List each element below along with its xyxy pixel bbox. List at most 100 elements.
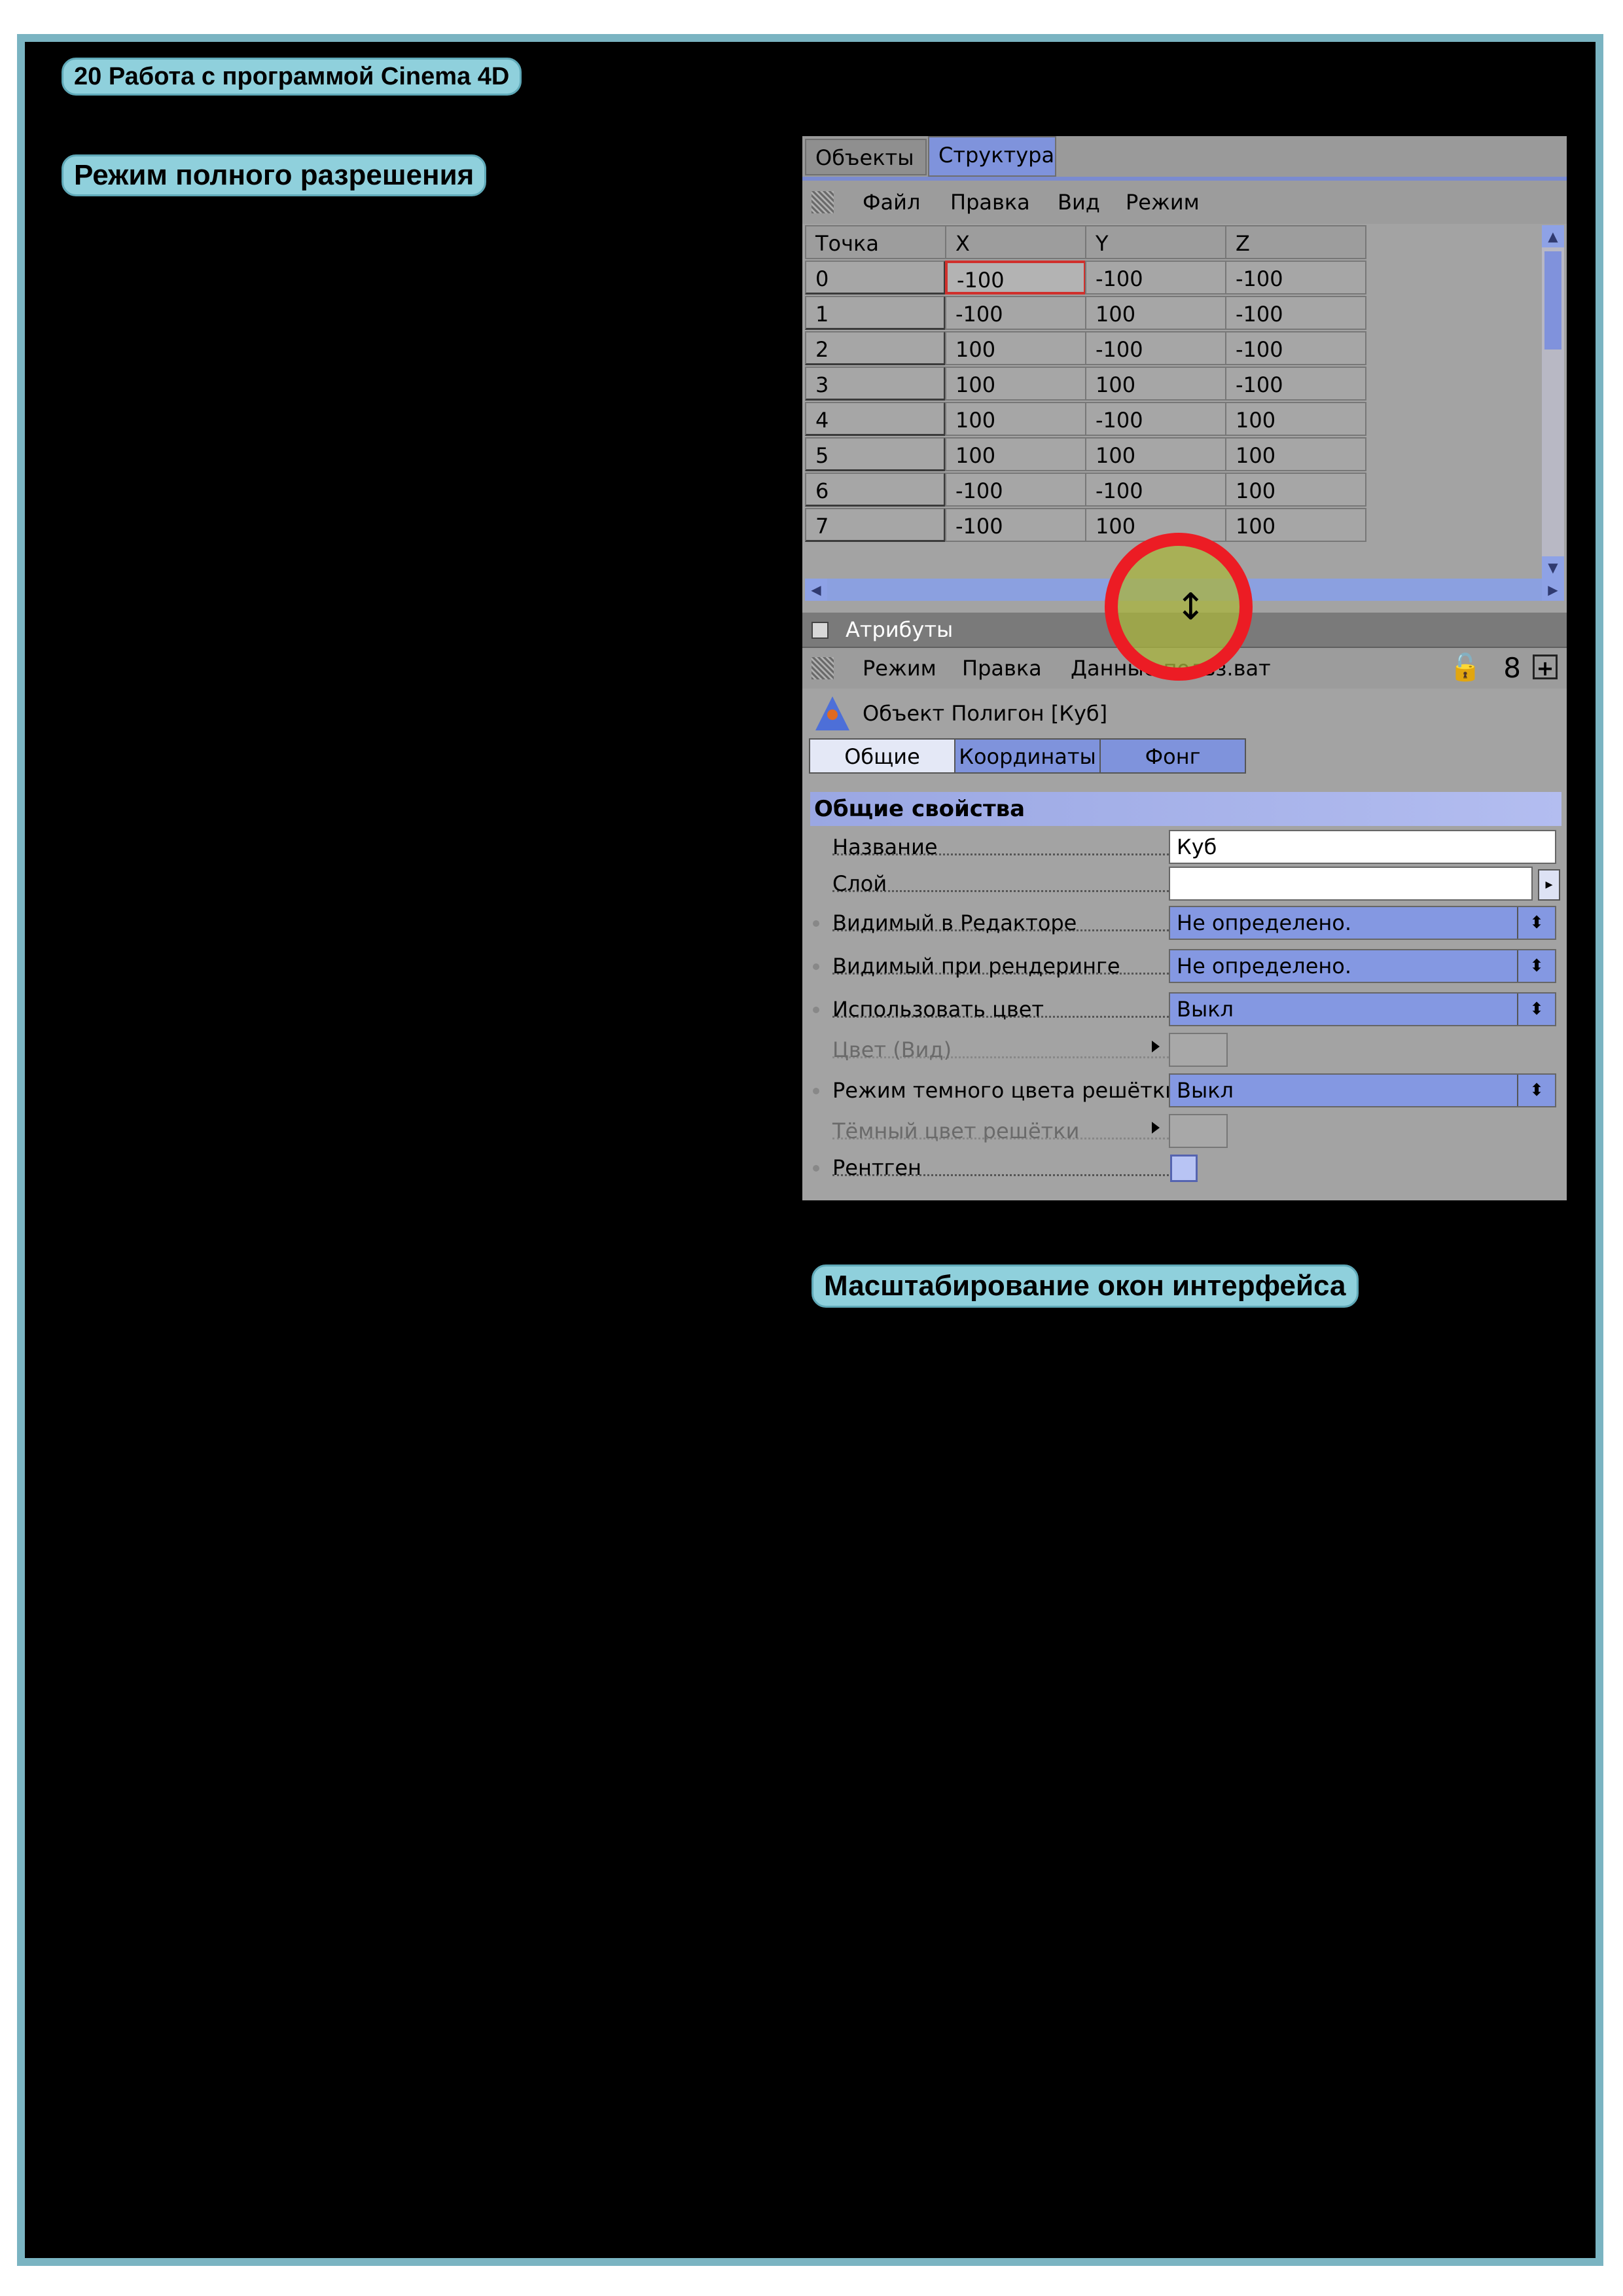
coordinate-cell[interactable]: 100 — [1225, 437, 1366, 471]
menu-mode[interactable]: Режим — [863, 648, 936, 689]
scroll-down-icon[interactable]: ▼ — [1542, 556, 1564, 579]
coordinate-cell[interactable]: -100 — [1085, 331, 1226, 365]
prop-dark-wire-color: Тёмный цвет решётки — [802, 1111, 1567, 1151]
tab-coordinates[interactable]: Координаты — [954, 738, 1101, 774]
tab-basic[interactable]: Общие — [809, 738, 955, 774]
coordinate-cell[interactable]: 100 — [1085, 367, 1226, 401]
vertical-scrollbar[interactable]: ▲ ▼ — [1542, 225, 1564, 579]
point-index-cell[interactable]: 3 — [805, 367, 946, 401]
column-header[interactable]: Точка — [805, 225, 946, 259]
lock-icon[interactable]: 🔓 — [1449, 652, 1482, 683]
column-header[interactable]: Y — [1085, 225, 1226, 259]
menu-mode[interactable]: Режим — [1126, 181, 1200, 224]
display-color-swatch[interactable] — [1169, 1033, 1228, 1067]
prop-display-color-label: Цвет (Вид) — [832, 1037, 952, 1062]
page-header: 20 Работа с программой Cinema 4D — [62, 58, 522, 96]
visible-render-value: Не определено. — [1177, 954, 1352, 978]
prop-use-color-label: Использовать цвет — [832, 997, 1044, 1022]
coordinate-cell[interactable]: 100 — [1225, 402, 1366, 436]
new-manager-icon[interactable]: + — [1533, 655, 1558, 680]
prop-visible-render-label: Видимый при рендеринге — [832, 954, 1120, 978]
layer-field[interactable] — [1169, 867, 1533, 901]
section-basic-properties: Общие свойства — [810, 792, 1561, 826]
coordinate-cell[interactable]: -100 — [1225, 331, 1366, 365]
tab-objects[interactable]: Объекты — [805, 139, 927, 175]
coordinate-cell[interactable]: 100 — [1085, 296, 1226, 330]
expand-arrow-icon[interactable] — [1152, 1041, 1160, 1052]
manager-tabs: Объекты Структура — [802, 136, 1567, 181]
coordinate-cell[interactable]: 100 — [1225, 473, 1366, 507]
scroll-thumb[interactable] — [1544, 251, 1561, 350]
prop-dark-wire-mode-label: Режим темного цвета решётки — [832, 1078, 1179, 1103]
attributes-checkbox[interactable] — [812, 622, 829, 639]
coordinate-cell[interactable]: -100 — [1085, 473, 1226, 507]
point-index-cell[interactable]: 7 — [805, 508, 946, 542]
grip-icon[interactable] — [812, 657, 834, 679]
coordinate-cell[interactable]: -100 — [945, 473, 1086, 507]
point-index-cell[interactable]: 6 — [805, 473, 946, 507]
prop-dark-wire-mode: Режим темного цвета решётки Выкл ⬍ — [802, 1071, 1567, 1110]
prop-xray: Рентген — [802, 1148, 1567, 1187]
xray-checkbox[interactable] — [1170, 1155, 1198, 1182]
point-index-cell[interactable]: 4 — [805, 402, 946, 436]
prop-xray-label: Рентген — [832, 1155, 921, 1180]
expand-arrow-icon[interactable] — [1152, 1122, 1160, 1134]
prop-name-label: Название — [832, 834, 938, 859]
dark-wire-mode-select[interactable]: Выкл ⬍ — [1169, 1073, 1556, 1107]
use-color-select[interactable]: Выкл ⬍ — [1169, 992, 1556, 1026]
coordinate-cell[interactable]: 100 — [1225, 508, 1366, 542]
prop-name: Название Куб — [802, 827, 1567, 867]
tab-phong[interactable]: Фонг — [1099, 738, 1246, 774]
prop-dark-wire-color-label: Тёмный цвет решётки — [832, 1119, 1080, 1143]
point-index-cell[interactable]: 1 — [805, 296, 946, 330]
tab-structure[interactable]: Структура — [928, 136, 1056, 177]
dark-wire-mode-value: Выкл — [1177, 1078, 1234, 1103]
scroll-up-icon[interactable]: ▲ — [1542, 225, 1564, 247]
coordinate-cell[interactable]: -100 — [945, 296, 1086, 330]
dropdown-arrows-icon: ⬍ — [1517, 1075, 1555, 1106]
visible-render-select[interactable]: Не определено. ⬍ — [1169, 949, 1556, 983]
column-header[interactable]: Z — [1225, 225, 1366, 259]
dropdown-arrows-icon: ⬍ — [1517, 907, 1555, 939]
polygon-object-icon — [815, 696, 849, 730]
menu-file[interactable]: Файл — [863, 181, 920, 224]
coordinate-cell[interactable]: 100 — [945, 331, 1086, 365]
section-title-full-resolution: Режим полного разрешения — [62, 154, 487, 196]
dropdown-arrows-icon: ⬍ — [1517, 950, 1555, 982]
point-index-cell[interactable]: 0 — [805, 260, 946, 295]
coordinate-cell[interactable]: 100 — [945, 367, 1086, 401]
menu-edit[interactable]: Правка — [962, 648, 1042, 689]
coordinate-cell[interactable]: -100 — [1225, 260, 1366, 295]
scroll-left-icon[interactable]: ◀ — [805, 579, 827, 601]
visible-editor-value: Не определено. — [1177, 910, 1352, 935]
point-index-cell[interactable]: 2 — [805, 331, 946, 365]
dropdown-arrows-icon: ⬍ — [1517, 994, 1555, 1025]
dark-wire-color-swatch[interactable] — [1169, 1114, 1228, 1148]
attributes-title: Атрибуты — [846, 617, 954, 642]
menu-view[interactable]: Вид — [1058, 181, 1100, 224]
scroll-right-icon[interactable]: ▶ — [1542, 579, 1564, 601]
name-field[interactable]: Куб — [1169, 830, 1556, 864]
coordinate-cell[interactable]: 100 — [945, 402, 1086, 436]
coordinate-cell[interactable]: 100 — [1085, 437, 1226, 471]
prop-visible-render: Видимый при рендеринге Не определено. ⬍ — [802, 946, 1567, 986]
coordinate-cell[interactable]: -100 — [945, 508, 1086, 542]
visible-editor-select[interactable]: Не определено. ⬍ — [1169, 906, 1556, 940]
prop-use-color: Использовать цвет Выкл ⬍ — [802, 990, 1567, 1029]
coordinate-cell[interactable]: 100 — [945, 437, 1086, 471]
layer-arrow-icon[interactable]: ▸ — [1538, 869, 1560, 901]
coordinate-cell[interactable]: -100 — [1085, 260, 1226, 295]
menu-edit[interactable]: Правка — [950, 181, 1030, 224]
column-header[interactable]: X — [945, 225, 1086, 259]
prop-display-color: Цвет (Вид) — [802, 1030, 1567, 1069]
coordinate-cell[interactable]: -100 — [945, 260, 1086, 295]
use-color-value: Выкл — [1177, 997, 1234, 1022]
coordinate-cell[interactable]: -100 — [1085, 402, 1226, 436]
resize-vertical-cursor-icon: ↕ — [1175, 586, 1206, 628]
grip-icon[interactable] — [812, 191, 834, 213]
coordinate-cell[interactable]: -100 — [1225, 296, 1366, 330]
coordinate-cell[interactable]: -100 — [1225, 367, 1366, 401]
point-index-cell[interactable]: 5 — [805, 437, 946, 471]
section-title-window-scaling: Масштабирование окон интерфейса — [812, 1265, 1359, 1308]
history-icon[interactable]: 8 — [1503, 652, 1521, 684]
